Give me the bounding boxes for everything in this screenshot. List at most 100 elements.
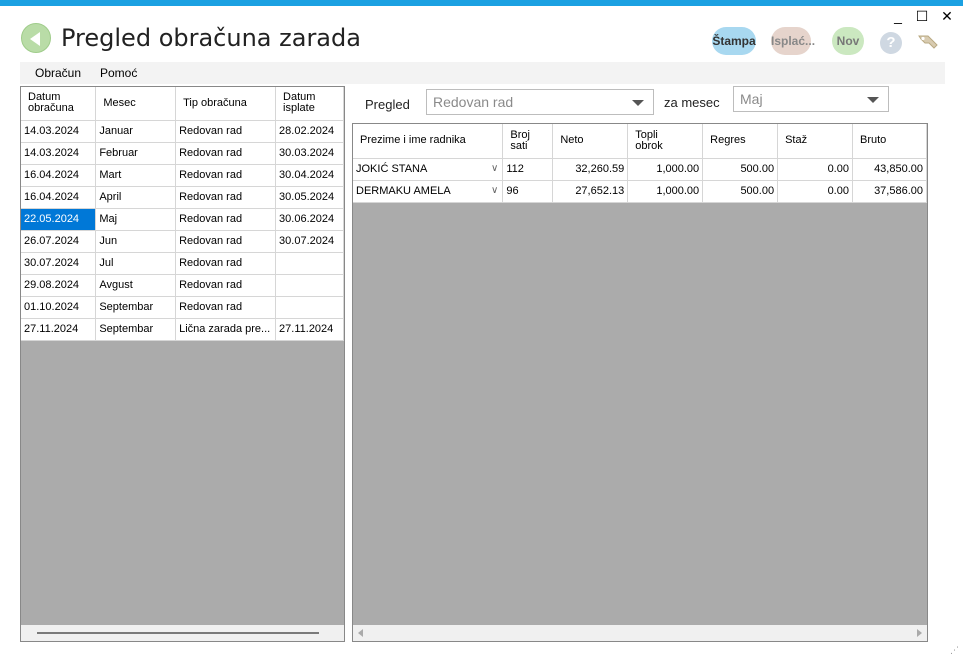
table-cell[interactable]: 43,850.00 [852, 158, 927, 181]
table-row[interactable]: 16.04.2024 April Redovan rad 30.05.2024 [21, 186, 344, 209]
table-cell[interactable]: Redovan rad [175, 230, 277, 253]
table-cell[interactable]: April [95, 186, 177, 209]
scrollbar-thumb[interactable] [37, 632, 319, 634]
table-cell[interactable]: 30.07.2024 [21, 252, 97, 275]
print-button[interactable]: Štampa [712, 27, 756, 55]
menu-obracun[interactable]: Obračun [35, 66, 81, 80]
table-cell[interactable]: Redovan rad [175, 274, 277, 297]
table-cell[interactable]: 0.00 [777, 180, 853, 203]
table-cell[interactable]: 22.05.2024 [21, 208, 97, 231]
table-cell[interactable]: 27.11.2024 [21, 318, 97, 341]
table-row[interactable]: 14.03.2024 Januar Redovan rad 28.02.2024 [21, 120, 344, 143]
table-row[interactable]: JOKIĆ STANA ∨ 112 32,260.59 1,000.00 500.00 0.… [353, 158, 927, 181]
right-column-header[interactable]: Broj sati [502, 124, 554, 159]
table-row[interactable]: 27.11.2024 Septembar Lična zarada pre... 27… [21, 318, 344, 341]
table-cell[interactable]: 1,000.00 [627, 180, 704, 203]
table-cell[interactable]: 0.00 [777, 158, 853, 181]
table-cell[interactable]: Redovan rad [175, 142, 277, 165]
table-cell[interactable]: Redovan rad [175, 164, 277, 187]
table-cell[interactable]: Jun [95, 230, 177, 253]
help-icon[interactable]: ? [880, 32, 902, 54]
table-row[interactable]: 22.05.2024 Maj Redovan rad 30.06.2024 [21, 208, 344, 231]
menu-pomoc[interactable]: Pomoć [100, 66, 137, 80]
table-cell[interactable]: Avgust [95, 274, 177, 297]
table-row[interactable]: DERMAKU AMELA ∨ 96 27,652.13 1,000.00 500.00 0… [353, 180, 927, 203]
table-cell[interactable]: 500.00 [702, 158, 779, 181]
table-cell[interactable]: 26.07.2024 [21, 230, 97, 253]
table-cell[interactable]: Redovan rad [175, 252, 277, 275]
table-cell[interactable]: Redovan rad [175, 296, 277, 319]
obracun-list-grid[interactable]: Datum obračuna Mesec Tip obračuna Datum isp… [20, 86, 345, 642]
table-row[interactable]: 01.10.2024 Septembar Redovan rad [21, 296, 344, 319]
table-cell[interactable]: 27,652.13 [552, 180, 629, 203]
keys-icon[interactable] [916, 30, 940, 54]
table-cell[interactable]: 30.07.2024 [275, 230, 344, 253]
table-cell[interactable]: Maj [95, 208, 177, 231]
right-column-header[interactable]: Staž [777, 124, 853, 159]
new-button[interactable]: Nov [832, 27, 864, 55]
payout-button[interactable]: Isplać... [771, 27, 815, 55]
close-button[interactable]: ✕ [937, 8, 957, 25]
table-cell[interactable] [275, 274, 344, 297]
mesec-select[interactable]: Maj [733, 86, 889, 112]
right-column-header[interactable]: Regres [702, 124, 779, 159]
table-row[interactable]: 30.07.2024 Jul Redovan rad [21, 252, 344, 275]
employee-select-cell[interactable]: DERMAKU AMELA ∨ [353, 180, 504, 203]
table-cell[interactable]: Lična zarada pre... [175, 318, 277, 341]
right-column-header[interactable]: Neto [552, 124, 629, 159]
chevron-down-icon[interactable]: ∨ [491, 185, 498, 196]
table-cell[interactable]: 32,260.59 [552, 158, 629, 181]
employee-payroll-grid[interactable]: Prezime i ime radnika Broj sati Neto Topli … [352, 123, 928, 642]
right-column-header[interactable]: Bruto [852, 124, 927, 159]
employee-select-cell[interactable]: JOKIĆ STANA ∨ [353, 158, 504, 181]
table-cell[interactable]: Februar [95, 142, 177, 165]
table-cell[interactable]: Mart [95, 164, 177, 187]
table-cell[interactable]: Januar [95, 120, 177, 143]
table-cell[interactable]: 30.04.2024 [275, 164, 344, 187]
table-row[interactable]: 16.04.2024 Mart Redovan rad 30.04.2024 [21, 164, 344, 187]
right-horizontal-scrollbar[interactable] [353, 625, 927, 641]
table-cell[interactable]: 14.03.2024 [21, 142, 97, 165]
table-cell[interactable]: 27.11.2024 [275, 318, 344, 341]
table-cell[interactable]: Redovan rad [175, 120, 277, 143]
table-cell[interactable]: 01.10.2024 [21, 296, 97, 319]
resize-grip-icon[interactable]: ⋰ [950, 645, 959, 656]
table-cell[interactable]: 16.04.2024 [21, 164, 97, 187]
scroll-right-icon[interactable] [917, 629, 922, 637]
table-cell[interactable]: 500.00 [702, 180, 779, 203]
left-column-header[interactable]: Datum obračuna [21, 87, 97, 121]
table-cell[interactable]: Septembar [95, 318, 177, 341]
table-cell[interactable]: 30.03.2024 [275, 142, 344, 165]
minimize-button[interactable]: _ [888, 8, 908, 24]
left-column-header[interactable]: Tip obračuna [175, 87, 277, 121]
table-cell[interactable]: Redovan rad [175, 186, 277, 209]
table-cell[interactable]: 16.04.2024 [21, 186, 97, 209]
table-cell[interactable]: Redovan rad [175, 208, 277, 231]
chevron-down-icon[interactable]: ∨ [491, 163, 498, 174]
left-column-header[interactable]: Datum isplate [275, 87, 344, 121]
table-cell[interactable]: 112 [502, 158, 554, 181]
table-row[interactable]: 14.03.2024 Februar Redovan rad 30.03.2024 [21, 142, 344, 165]
pregled-select[interactable]: Redovan rad [426, 89, 654, 115]
right-column-header[interactable]: Topli obrok [627, 124, 704, 159]
table-cell[interactable]: 14.03.2024 [21, 120, 97, 143]
back-button[interactable] [21, 23, 51, 53]
right-column-header[interactable]: Prezime i ime radnika [353, 124, 504, 159]
table-cell[interactable] [275, 296, 344, 319]
table-cell[interactable]: 37,586.00 [852, 180, 927, 203]
table-cell[interactable]: Septembar [95, 296, 177, 319]
scroll-left-icon[interactable] [358, 629, 363, 637]
table-cell[interactable]: 30.06.2024 [275, 208, 344, 231]
table-row[interactable]: 26.07.2024 Jun Redovan rad 30.07.2024 [21, 230, 344, 253]
table-row[interactable]: 29.08.2024 Avgust Redovan rad [21, 274, 344, 297]
table-cell[interactable] [275, 252, 344, 275]
table-cell[interactable]: 28.02.2024 [275, 120, 344, 143]
table-cell[interactable]: 96 [502, 180, 554, 203]
left-horizontal-scrollbar[interactable] [21, 625, 344, 641]
table-cell[interactable]: 29.08.2024 [21, 274, 97, 297]
table-cell[interactable]: 30.05.2024 [275, 186, 344, 209]
left-column-header[interactable]: Mesec [95, 87, 177, 121]
table-cell[interactable]: Jul [95, 252, 177, 275]
table-cell[interactable]: 1,000.00 [627, 158, 704, 181]
maximize-button[interactable]: ☐ [912, 8, 932, 25]
